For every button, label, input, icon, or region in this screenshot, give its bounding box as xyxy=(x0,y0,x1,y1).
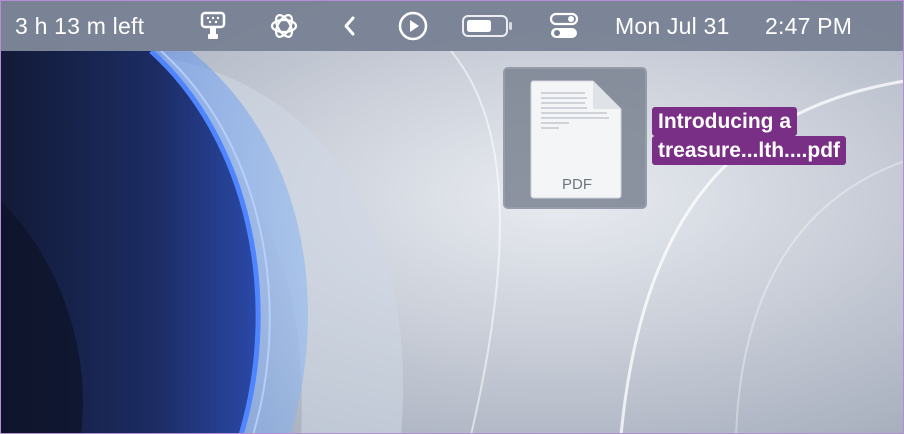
menubar-clock[interactable]: 2:47 PM xyxy=(765,1,852,51)
battery-time-text: 3 h 13 m left xyxy=(15,12,145,39)
shower-icon[interactable] xyxy=(199,1,227,51)
pdf-type-label: PDF xyxy=(562,176,592,193)
control-center-icon[interactable] xyxy=(549,1,579,51)
play-icon[interactable] xyxy=(397,1,429,51)
time-text: 2:47 PM xyxy=(765,12,853,39)
date-text: Mon Jul 31 xyxy=(615,12,730,39)
file-name-line1: Introducing a xyxy=(652,107,797,136)
battery-icon[interactable] xyxy=(461,1,515,51)
pdf-file-icon[interactable]: PDF xyxy=(503,67,647,209)
chevron-left-icon[interactable] xyxy=(341,1,359,51)
battery-time-remaining[interactable]: 3 h 13 m left xyxy=(15,1,144,51)
file-name-label[interactable]: Introducing a treasure...lth....pdf xyxy=(652,107,847,165)
file-name-line2: treasure...lth....pdf xyxy=(652,136,847,165)
chatgpt-icon[interactable] xyxy=(267,1,301,51)
desktop-screen: 3 h 13 m left Mon Jul 31 2:47 PM PDF Int… xyxy=(0,0,904,434)
menu-bar: 3 h 13 m left Mon Jul 31 2:47 PM xyxy=(1,1,903,51)
menubar-date[interactable]: Mon Jul 31 xyxy=(615,1,730,51)
wallpaper xyxy=(1,1,903,433)
